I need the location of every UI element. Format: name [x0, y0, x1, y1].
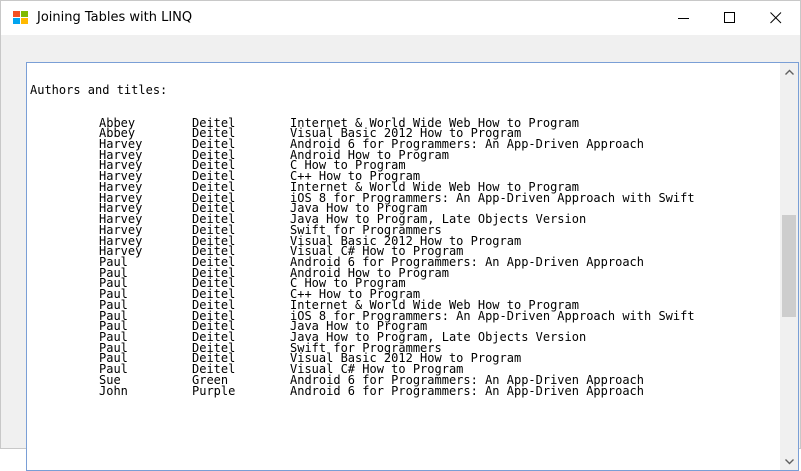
author-last-name: Purple	[192, 383, 236, 398]
maximize-icon	[724, 12, 735, 23]
scroll-up-button[interactable]	[780, 63, 798, 80]
output-text: Authors and titles: Abbey Deitel Internet …	[30, 64, 778, 470]
form-client-area: Authors and titles: Abbey Deitel Internet …	[1, 35, 800, 471]
author-first-name: John	[99, 383, 128, 398]
title-bar[interactable]: Joining Tables with LINQ	[1, 1, 800, 35]
scroll-up-arrow-icon	[784, 69, 794, 75]
maximize-button[interactable]	[707, 1, 753, 35]
close-icon	[770, 12, 782, 24]
output-textbox[interactable]: Authors and titles: Abbey Deitel Internet …	[26, 62, 799, 471]
close-button[interactable]	[753, 1, 799, 35]
scrollbar-thumb[interactable]	[782, 215, 796, 317]
output-row: John Purple Android 6 for Programmers: An …	[30, 383, 778, 398]
scroll-down-arrow-icon	[784, 458, 794, 464]
app-window: Joining Tables with LINQ Authors and tit…	[0, 0, 801, 471]
window-title: Joining Tables with LINQ	[37, 10, 193, 25]
minimize-icon	[678, 18, 689, 19]
vertical-scrollbar[interactable]	[780, 63, 798, 470]
output-header: Authors and titles:	[30, 83, 168, 98]
minimize-button[interactable]	[661, 1, 707, 35]
output-rows: Abbey Deitel Internet & World Wide Web How…	[30, 117, 778, 398]
book-title: Android 6 for Programmers: An App-Driven…	[290, 383, 645, 398]
scroll-down-button[interactable]	[780, 453, 798, 470]
windows-form-icon	[13, 11, 29, 25]
